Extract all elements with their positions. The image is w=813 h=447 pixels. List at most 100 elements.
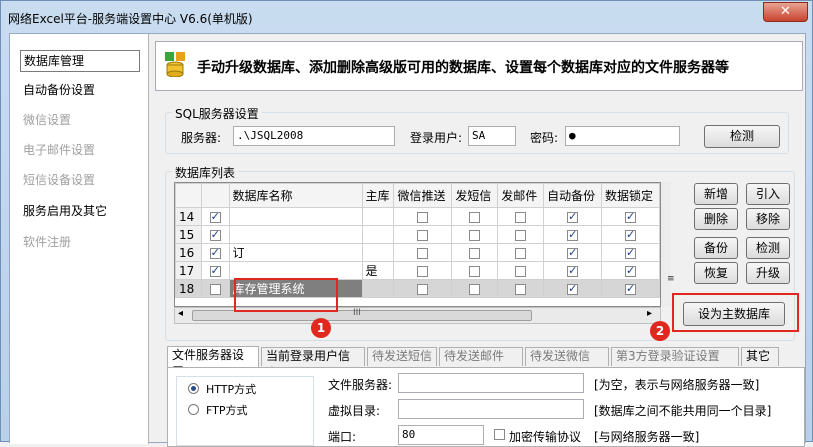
row-checkbox[interactable] [209,264,221,277]
file-server-label: 文件服务器: [328,378,393,392]
scroll-right-icon[interactable]: ▸ [647,308,652,319]
remove-button[interactable]: 移除 [746,208,790,230]
flag-checkbox[interactable] [417,247,429,259]
col-name[interactable]: 数据库名称 [228,183,363,208]
flag-checkbox[interactable] [567,264,579,277]
col-main[interactable]: 主库 [361,183,395,208]
flag-cell [393,207,453,226]
row-checkbox[interactable] [209,246,221,259]
main-panel: 手动升级数据库、添加删除高级版可用的数据库、设置每个数据库对应的文件服务器等 S… [153,34,805,447]
db-name-cell[interactable]: 订 [228,243,363,262]
sidebar-item-auto-backup[interactable]: 自动备份设置 [20,80,95,102]
flag-checkbox[interactable] [625,246,637,259]
flag-checkbox[interactable] [417,283,429,295]
sidebar-item-database[interactable]: 数据库管理 [20,50,140,72]
tab-file-server[interactable]: 文件服务器设置 [167,346,259,379]
flag-checkbox[interactable] [625,264,637,277]
flag-checkbox[interactable] [515,211,527,223]
port-input[interactable]: 80 [398,425,484,445]
table-row[interactable]: 16 订 [175,243,660,262]
add-button[interactable]: 新增 [694,183,738,205]
row-checkbox[interactable] [209,210,221,223]
table-row[interactable]: 14 [175,207,660,226]
backup-button[interactable]: 备份 [694,237,738,259]
table-row[interactable]: 17 是 [175,261,660,280]
ftp-label: FTP方式 [206,404,248,417]
sidebar-item-email[interactable]: 电子邮件设置 [20,140,95,162]
sql-check-button[interactable]: 检测 [704,125,780,148]
flag-checkbox[interactable] [567,246,579,259]
http-label: HTTP方式 [206,383,257,396]
tab-panel-file-server: HTTP方式 FTP方式 文件服务器: [为空，表示与网络服务器一致] 虚拟目录… [167,367,805,447]
flag-checkbox[interactable] [469,247,481,259]
tab-pending-wechat[interactable]: 待发送微信 [525,347,609,366]
main-db-cell: 是 [361,261,395,280]
flag-cell [451,225,499,244]
row-number: 17 [175,261,202,280]
flag-checkbox[interactable] [625,282,637,295]
password-input[interactable]: ● [565,126,680,146]
flag-checkbox[interactable] [469,229,481,241]
upgrade-button[interactable]: 升级 [746,262,790,284]
restore-button[interactable]: 恢复 [694,262,738,284]
flag-cell [393,279,453,298]
http-radio[interactable] [188,383,199,394]
server-input[interactable]: .\JSQL2008 [233,126,395,146]
flag-checkbox[interactable] [469,283,481,295]
corner-cell [175,183,202,208]
flag-checkbox[interactable] [469,211,481,223]
tab-current-users[interactable]: 当前登录用户信息 [261,347,365,380]
scroll-left-icon[interactable]: ◂ [178,308,183,319]
server-label: 服务器: [181,131,222,145]
grid-vscroll[interactable] [661,182,671,307]
sidebar-item-register[interactable]: 软件注册 [20,232,71,254]
vdir-input[interactable] [398,399,584,419]
col-email[interactable]: 发邮件 [497,183,545,208]
row-checkbox[interactable] [209,283,221,295]
close-button[interactable]: ✕ [763,2,808,22]
flag-checkbox[interactable] [417,229,429,241]
flag-checkbox[interactable] [567,282,579,295]
flag-checkbox[interactable] [567,210,579,223]
col-wechat[interactable]: 微信推送 [393,183,453,208]
table-row[interactable]: 15 [175,225,660,244]
delete-button[interactable]: 删除 [694,208,738,230]
db-check-button[interactable]: 检测 [746,237,790,259]
flag-checkbox[interactable] [515,247,527,259]
ftp-radio[interactable] [188,404,199,415]
main-db-cell [361,279,395,298]
flag-checkbox[interactable] [417,211,429,223]
flag-cell [543,243,603,262]
row-checkbox[interactable] [209,228,221,241]
flag-checkbox[interactable] [417,265,429,277]
tab-pending-sms[interactable]: 待发送短信 [367,347,437,366]
flag-checkbox[interactable] [515,283,527,295]
db-name-cell[interactable] [228,225,363,244]
sidebar-item-sms[interactable]: 短信设备设置 [20,170,95,192]
flag-checkbox[interactable] [625,228,637,241]
sidebar-item-service[interactable]: 服务启用及其它 [20,201,107,223]
flag-checkbox[interactable] [515,265,527,277]
tab-other[interactable]: 其它 [741,347,779,366]
flag-checkbox[interactable] [567,228,579,241]
encrypt-checkbox[interactable] [494,429,505,440]
row-number: 18 [175,279,202,298]
user-input[interactable]: SA [468,126,516,146]
col-auto-backup[interactable]: 自动备份 [543,183,603,208]
file-server-input[interactable] [398,373,584,393]
col-sms[interactable]: 发短信 [451,183,499,208]
tab-third-party-login[interactable]: 第3方登录验证设置 [611,347,739,366]
db-name-cell[interactable] [228,207,363,226]
import-button[interactable]: 引入 [746,183,790,205]
db-name-cell[interactable] [228,261,363,280]
tab-pending-email[interactable]: 待发送邮件 [439,347,523,366]
flag-checkbox[interactable] [469,265,481,277]
sidebar-item-wechat[interactable]: 微信设置 [20,110,71,132]
row-select-cell [200,243,230,262]
banner-text: 手动升级数据库、添加删除高级版可用的数据库、设置每个数据库对应的文件服务器等 [197,60,729,76]
flag-checkbox[interactable] [515,229,527,241]
flag-cell [393,243,453,262]
row-select-cell [200,207,230,226]
col-data-lock[interactable]: 数据锁定 [601,183,660,208]
flag-checkbox[interactable] [625,210,637,223]
